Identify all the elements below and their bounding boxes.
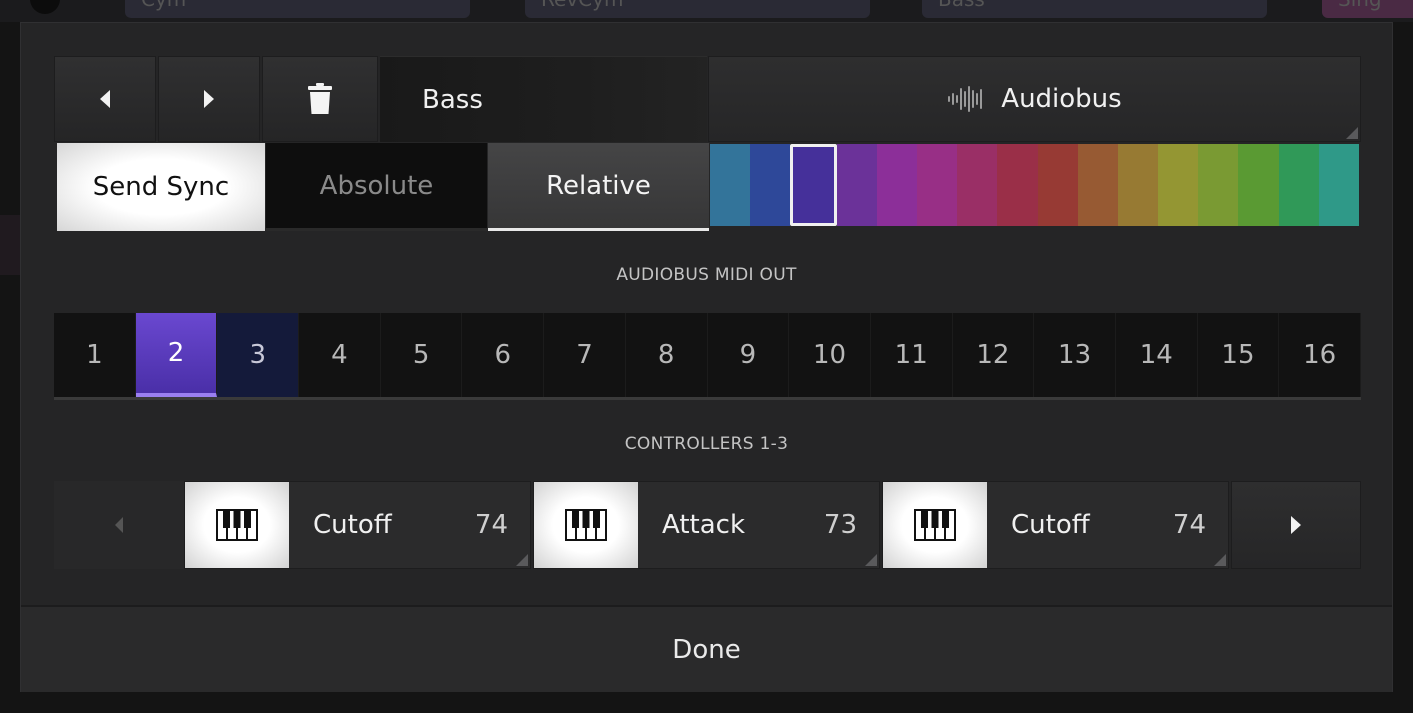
color-swatch[interactable] <box>1117 144 1159 226</box>
send-sync-label: Send Sync <box>92 172 230 202</box>
midi-channel-button[interactable]: 6 <box>462 313 545 397</box>
midi-channel-button[interactable]: 5 <box>380 313 463 397</box>
piano-keys-icon <box>216 509 258 541</box>
midi-channel-button[interactable]: 10 <box>789 313 871 397</box>
audiobus-label: Audiobus <box>1001 84 1122 114</box>
piano-keys-icon <box>565 509 607 541</box>
color-swatch[interactable] <box>790 144 837 226</box>
corner-indicator-icon <box>1214 554 1226 566</box>
next-track-button[interactable] <box>158 56 260 142</box>
track-name-field[interactable]: Bass <box>380 56 707 142</box>
previous-track-button[interactable] <box>54 56 156 142</box>
midi-channel-button[interactable]: 16 <box>1279 313 1361 397</box>
controllers-next-button[interactable] <box>1231 481 1361 569</box>
corner-indicator-icon <box>1346 127 1358 139</box>
controller-type-button[interactable] <box>883 482 987 568</box>
piano-keys-icon <box>914 509 956 541</box>
arrow-right-icon <box>204 90 214 108</box>
color-swatch[interactable] <box>750 144 791 226</box>
midi-channel-button[interactable]: 1 <box>54 313 136 397</box>
controllers-heading: CONTROLLERS 1-3 <box>624 434 789 454</box>
relative-mode-label: Relative <box>546 170 651 201</box>
background-knob <box>30 0 60 14</box>
absolute-mode-label: Absolute <box>319 170 434 201</box>
background-track: Cym <box>125 0 470 18</box>
absolute-mode-button[interactable]: Absolute <box>266 143 487 231</box>
audiobus-button[interactable]: Audiobus <box>708 56 1361 142</box>
arrow-right-icon <box>1291 516 1301 534</box>
midi-channel-button[interactable]: 14 <box>1115 313 1198 397</box>
background-side-strip <box>0 215 20 275</box>
midi-channel-button[interactable]: 15 <box>1197 313 1280 397</box>
color-swatch[interactable] <box>876 144 917 226</box>
controller-type-button[interactable] <box>534 482 638 568</box>
color-swatch[interactable] <box>1158 144 1199 226</box>
color-swatch[interactable] <box>1238 144 1279 226</box>
midi-channel-button[interactable]: 2 <box>135 313 218 397</box>
controller-type-button[interactable] <box>185 482 289 568</box>
midi-channel-button[interactable]: 12 <box>952 313 1035 397</box>
background-track: Bass <box>922 0 1267 18</box>
controllers-prev-button[interactable] <box>54 481 184 569</box>
color-swatch[interactable] <box>957 144 998 226</box>
controller-slot-1[interactable]: Cutoff 74 <box>184 481 531 569</box>
controller-name: Cutoff <box>313 510 392 540</box>
controller-slot-3[interactable]: Cutoff 74 <box>882 481 1229 569</box>
midi-channel-selector: 1 2 3 4 5 6 7 8 9 10 11 12 13 14 15 16 <box>54 313 1361 400</box>
midi-out-heading: AUDIOBUS MIDI OUT <box>616 265 797 285</box>
controller-number: 73 <box>823 510 857 540</box>
track-color-palette <box>710 144 1359 226</box>
arrow-left-icon <box>115 517 123 533</box>
controller-name: Attack <box>662 510 746 540</box>
corner-indicator-icon <box>516 554 528 566</box>
corner-indicator-icon <box>865 554 877 566</box>
trash-icon <box>308 83 332 114</box>
color-swatch[interactable] <box>916 144 958 226</box>
track-name-label: Bass <box>422 84 483 115</box>
color-swatch[interactable] <box>997 144 1038 226</box>
color-swatch[interactable] <box>1077 144 1118 226</box>
controller-number: 74 <box>474 510 508 540</box>
send-sync-button[interactable]: Send Sync <box>57 143 265 231</box>
waveform-icon <box>948 86 983 112</box>
midi-channel-button[interactable]: 13 <box>1034 313 1116 397</box>
color-swatch[interactable] <box>836 144 877 226</box>
relative-mode-button[interactable]: Relative <box>488 143 709 231</box>
midi-channel-button[interactable]: 8 <box>625 313 708 397</box>
midi-channel-button[interactable]: 7 <box>544 313 626 397</box>
controller-slot-2[interactable]: Attack 73 <box>533 481 880 569</box>
done-label: Done <box>672 634 741 665</box>
controller-name: Cutoff <box>1011 510 1090 540</box>
background-track: Sing <box>1322 0 1413 18</box>
midi-channel-button[interactable]: 9 <box>707 313 790 397</box>
background-track-strip: Cym RevCym Bass Sing <box>0 0 1413 22</box>
midi-channel-button[interactable]: 3 <box>217 313 300 397</box>
background-track: RevCym <box>525 0 870 18</box>
midi-channel-button[interactable]: 4 <box>299 313 381 397</box>
controller-number: 74 <box>1172 510 1206 540</box>
color-swatch[interactable] <box>1037 144 1078 226</box>
midi-channel-button[interactable]: 11 <box>870 313 953 397</box>
color-swatch[interactable] <box>710 144 751 226</box>
delete-track-button[interactable] <box>262 56 378 142</box>
color-swatch[interactable] <box>1318 144 1359 226</box>
color-swatch[interactable] <box>1278 144 1319 226</box>
done-button[interactable]: Done <box>21 605 1392 692</box>
color-swatch[interactable] <box>1198 144 1239 226</box>
arrow-left-icon <box>100 90 110 108</box>
track-settings-panel: Bass Audiobus Send Sync Absolute Relativ… <box>20 22 1393 692</box>
